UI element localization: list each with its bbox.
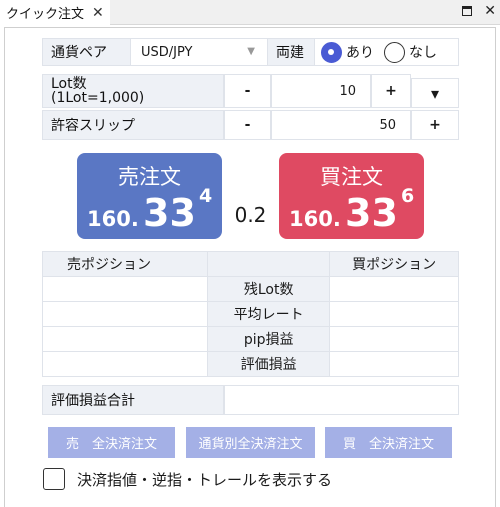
radio-empty-icon: [384, 41, 405, 63]
buy-price-base: 160.: [289, 207, 341, 231]
header-spacer: [207, 251, 331, 277]
row-label-average-rate: 平均レート: [207, 301, 331, 327]
row-label-pip-pl: pip損益: [207, 326, 331, 352]
pair-label: 通貨ペア: [42, 38, 131, 66]
slip-label: 許容スリップ: [42, 110, 224, 140]
slip-plus-button[interactable]: +: [411, 110, 459, 140]
table-row: 平均レート: [41, 301, 459, 327]
window-controls: ✕: [462, 3, 496, 19]
total-pl-label: 評価損益合計: [42, 385, 224, 415]
tab-quick-order[interactable]: クイック注文 ✕: [0, 0, 110, 25]
position-table: 売ポジション 買ポジション 残Lot数 平均レート pip損益 評価損益: [41, 251, 459, 377]
pair-settle-all-button[interactable]: 通貨別全決済注文: [186, 427, 315, 458]
position-table-header: 売ポジション 買ポジション: [41, 251, 459, 277]
buy-settle-all-button[interactable]: 買 全決済注文: [325, 427, 452, 458]
sell-remaining-lot: [41, 276, 209, 302]
sell-pip-pl: [41, 326, 209, 352]
sell-price-base: 160.: [87, 207, 139, 231]
buy-average-rate: [329, 301, 459, 327]
hedge-option-no: なし: [409, 45, 437, 61]
sell-average-rate: [41, 301, 209, 327]
lot-plus-button[interactable]: +: [371, 74, 411, 108]
checkbox-icon[interactable]: [43, 468, 65, 490]
sell-price-pips: 33: [143, 191, 196, 235]
sell-order-button[interactable]: 売注文 160. 33 4: [77, 153, 222, 239]
total-pl-value: [224, 385, 459, 415]
lot-preset-dropdown[interactable]: ▾: [411, 78, 459, 108]
title-bar: クイック注文 ✕ ✕: [0, 0, 500, 25]
show-exit-orders-label: 決済指値・逆指・トレールを表示する: [77, 470, 333, 489]
hedge-radio-group: あり なし: [315, 38, 459, 66]
hedge-option-yes: あり: [346, 45, 374, 61]
buy-unrealized-pl: [329, 351, 459, 377]
sell-settle-all-button[interactable]: 売 全決済注文: [48, 427, 175, 458]
currency-pair-value: USD/JPY: [141, 44, 193, 60]
sell-unrealized-pl: [41, 351, 209, 377]
lot-label: Lot数 (1Lot=1,000): [42, 74, 224, 108]
sell-position-header: 売ポジション: [41, 251, 209, 277]
currency-pair-select[interactable]: USD/JPY ▼: [131, 38, 267, 66]
show-exit-orders-toggle[interactable]: 決済指値・逆指・トレールを表示する: [43, 468, 332, 490]
hedge-radio-yes[interactable]: あり: [321, 41, 374, 63]
hedge-label: 両建: [267, 38, 315, 66]
table-row: 評価損益: [41, 351, 459, 377]
maximize-icon[interactable]: [462, 6, 473, 16]
slip-minus-button[interactable]: -: [224, 110, 271, 140]
table-row: pip損益: [41, 326, 459, 352]
chevron-down-icon: ▼: [247, 46, 255, 57]
row-label-remaining-lot: 残Lot数: [207, 276, 331, 302]
buy-order-button[interactable]: 買注文 160. 33 6: [279, 153, 424, 239]
lot-minus-button[interactable]: -: [224, 74, 271, 108]
lot-input[interactable]: 10: [271, 74, 371, 108]
buy-pip-pl: [329, 326, 459, 352]
lot-label-sub: (1Lot=1,000): [51, 90, 145, 106]
lot-label-main: Lot数: [51, 76, 87, 92]
hedge-radio-no[interactable]: なし: [384, 41, 437, 63]
window-close-icon[interactable]: ✕: [484, 3, 496, 19]
quick-order-panel: 通貨ペア USD/JPY ▼ 両建 あり なし Lot数 (1Lot=1,000…: [4, 27, 496, 507]
buy-price-fraction: 6: [401, 185, 415, 207]
sell-price-fraction: 4: [199, 185, 213, 207]
table-row: 残Lot数: [41, 276, 459, 302]
close-icon[interactable]: ✕: [92, 5, 104, 21]
buy-position-header: 買ポジション: [329, 251, 459, 277]
tab-title: クイック注文: [6, 7, 85, 22]
slip-input[interactable]: 50: [271, 110, 411, 140]
buy-price-pips: 33: [345, 191, 398, 235]
buy-remaining-lot: [329, 276, 459, 302]
row-label-unrealized-pl: 評価損益: [207, 351, 331, 377]
radio-selected-icon: [321, 41, 342, 63]
spread-value: 0.2: [234, 203, 267, 227]
